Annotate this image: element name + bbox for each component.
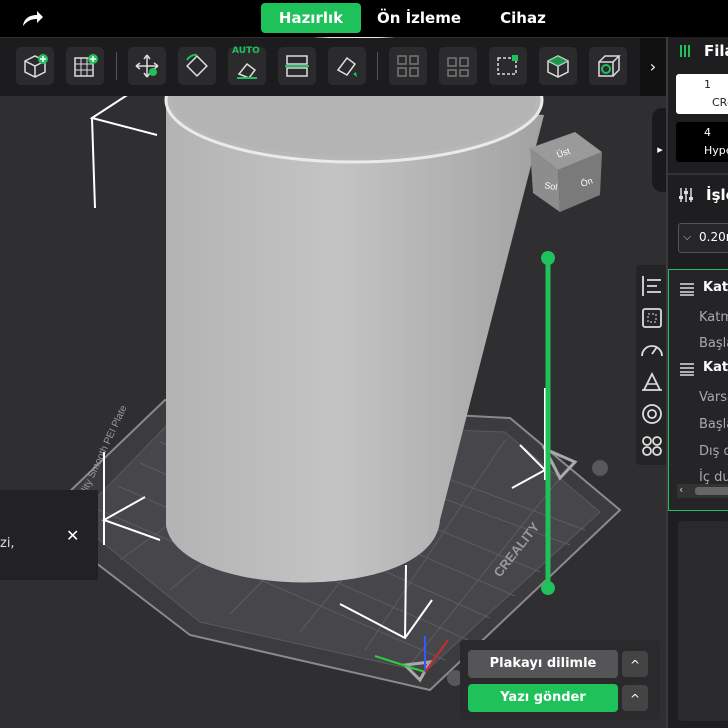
plate-grid-icon [74,54,98,77]
scroll-left-icon[interactable]: ‹ [679,483,683,496]
view-top-button[interactable] [539,47,577,85]
setting-label[interactable]: Katm [699,310,728,325]
orient-icon [186,53,208,77]
divider [668,173,728,175]
paint-eraser-icon [336,56,357,77]
close-icon[interactable]: ✕ [66,526,79,545]
array-icon [447,57,469,77]
add-object-button[interactable] [16,47,54,85]
process-title: İşle [706,186,728,204]
split-icon [285,55,309,77]
filament-icon [680,45,690,57]
add-plate-button[interactable] [66,47,104,85]
section-title: Katm [703,280,728,295]
setting-label[interactable]: İç du [699,470,728,485]
filament-slot-number: 1 [704,78,711,91]
view-iso-button[interactable] [589,47,627,85]
chevron-down-icon: ⌵ [683,230,692,243]
setting-label[interactable]: Varsa [699,390,728,405]
cube-outline-icon [598,55,621,77]
support-icon[interactable] [638,304,666,332]
orient-button[interactable] [178,47,216,85]
layout-button[interactable] [389,47,427,85]
filament-slot-1[interactable]: 1 CR- [676,74,728,114]
auto-orient-button[interactable]: AUTO [228,46,266,85]
filament-slot-number: 4 [704,126,711,139]
filament-title: Fila [704,42,728,60]
section-title: Katm [703,360,728,375]
target-icon[interactable] [638,400,666,428]
eraser-icon [237,62,257,79]
tab-preview[interactable]: Ön İzleme [370,3,468,33]
slider-top-handle[interactable] [541,251,555,265]
redo-icon[interactable] [20,8,44,30]
filament-slot-2[interactable]: 4 Hype [676,122,728,162]
send-print-button[interactable]: Yazı gönder [468,684,618,712]
split-button[interactable] [278,47,316,85]
filament-slot-name: Hype [704,144,728,157]
array-button[interactable] [439,47,477,85]
add-cube-icon [24,54,48,78]
3d-viewport[interactable]: CREALITY Creality Smooth PEI Plate Üst S… [0,37,666,728]
slider-bottom-handle[interactable] [541,581,555,595]
speed-icon[interactable] [638,336,666,364]
notification-panel: ✕ zi, [0,490,98,580]
tab-device[interactable]: Cihaz [486,3,560,33]
scroll-thumb[interactable] [695,487,728,495]
setting-label[interactable]: Başla [699,336,728,351]
align-icon[interactable] [638,272,666,300]
toolbar-divider [116,52,117,80]
layers-icon [680,363,694,376]
toolbar-divider [377,52,378,80]
main-toolbar: AUTO [0,38,666,96]
paint-button[interactable] [328,47,366,85]
send-options-button[interactable]: ^ [622,685,648,711]
selection-box-icon [497,55,518,75]
layer-height-value: 0.20m [699,230,728,244]
slice-plate-button[interactable]: Plakayı dilimle [468,650,618,678]
notification-text: zi, [0,536,15,551]
arrange-icon [135,54,159,78]
bounding-box-button[interactable] [489,47,527,85]
modifier-icon[interactable] [638,432,666,460]
top-bar: Hazırlık Ön İzleme Cihaz [0,0,728,37]
setting-label[interactable]: Başla [699,417,728,432]
settings-panel: Fila 1 CR- 4 Hype İşle ⌵ 0.20m Katm Katm… [666,37,728,728]
setting-label[interactable]: Dış d [699,444,728,459]
grid-layout-icon [397,55,419,77]
process-settings-icon [679,188,693,202]
cube-view-icon [547,55,569,78]
arrange-button[interactable] [128,47,166,85]
process-settings-list: Katm Katm Başla Katm Varsa Başla Dış d İ… [668,269,728,511]
tab-prepare[interactable]: Hazırlık [261,3,361,33]
slice-options-button[interactable]: ^ [622,651,648,677]
filament-slot-name: CR- [712,96,728,109]
view-cube[interactable] [530,132,602,212]
layer-height-select[interactable]: ⌵ 0.20m [678,223,728,253]
horizontal-scrollbar[interactable]: ‹ [677,483,728,498]
seam-icon[interactable] [638,368,666,396]
layers-icon [680,283,694,296]
toolbar-more-button[interactable]: › [640,38,666,96]
object-list-panel [678,521,728,721]
